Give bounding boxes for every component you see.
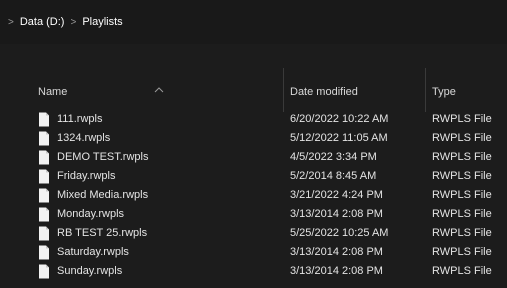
- file-date-modified: 3/21/2022 4:24 PM: [290, 189, 383, 201]
- file-row[interactable]: Mixed Media.rwpls 3/21/2022 4:24 PM RWPL…: [0, 186, 507, 205]
- file-icon: [39, 131, 49, 146]
- file-type: RWPLS File: [432, 132, 492, 144]
- address-bar: > Data (D:) > Playlists: [0, 0, 507, 44]
- file-row[interactable]: Sunday.rwpls 3/13/2014 2:08 PM RWPLS Fil…: [0, 262, 507, 281]
- file-row[interactable]: Monday.rwpls 3/13/2014 2:08 PM RWPLS Fil…: [0, 205, 507, 224]
- file-name: 1324.rwpls: [57, 132, 111, 144]
- file-type: RWPLS File: [432, 189, 492, 201]
- file-date-modified: 5/25/2022 10:25 AM: [290, 227, 389, 239]
- file-name: Sunday.rwpls: [57, 265, 123, 277]
- file-icon: [39, 264, 49, 279]
- column-header-date-modified[interactable]: Date modified: [290, 72, 420, 112]
- file-type: RWPLS File: [432, 227, 492, 239]
- file-name: Monday.rwpls: [57, 208, 125, 220]
- file-type: RWPLS File: [432, 265, 492, 277]
- file-type: RWPLS File: [432, 170, 492, 182]
- file-icon: [39, 226, 49, 241]
- file-icon: [39, 188, 49, 203]
- file-date-modified: 3/13/2014 2:08 PM: [290, 208, 383, 220]
- breadcrumb: > Data (D:) > Playlists: [8, 16, 123, 28]
- file-date-modified: 3/13/2014 2:08 PM: [290, 246, 383, 258]
- chevron-up-icon: [154, 87, 164, 93]
- file-date-modified: 6/20/2022 10:22 AM: [290, 113, 389, 125]
- file-name: Friday.rwpls: [57, 170, 116, 182]
- file-date-modified: 5/2/2014 8:45 AM: [290, 170, 377, 182]
- file-date-modified: 5/12/2022 11:05 AM: [290, 132, 388, 144]
- file-row[interactable]: 1324.rwpls 5/12/2022 11:05 AM RWPLS File: [0, 129, 507, 148]
- file-name: RB TEST 25.rwpls: [57, 227, 148, 239]
- file-row[interactable]: 111.rwpls 6/20/2022 10:22 AM RWPLS File: [0, 110, 507, 129]
- breadcrumb-item-data-drive[interactable]: Data (D:): [20, 16, 65, 28]
- file-row[interactable]: DEMO TEST.rwpls 4/5/2022 3:34 PM RWPLS F…: [0, 148, 507, 167]
- file-list-pane: Name Date modified Type 111.rwpls 6/20/2…: [0, 44, 507, 288]
- file-type: RWPLS File: [432, 113, 492, 125]
- file-icon: [39, 112, 49, 127]
- breadcrumb-item-playlists[interactable]: Playlists: [82, 16, 122, 28]
- file-icon: [39, 207, 49, 222]
- file-name: Saturday.rwpls: [57, 246, 129, 258]
- file-date-modified: 3/13/2014 2:08 PM: [290, 265, 383, 277]
- file-icon: [39, 150, 49, 165]
- breadcrumb-separator: >: [70, 16, 77, 28]
- file-type: RWPLS File: [432, 151, 492, 163]
- file-row[interactable]: Saturday.rwpls 3/13/2014 2:08 PM RWPLS F…: [0, 243, 507, 262]
- file-date-modified: 4/5/2022 3:34 PM: [290, 151, 377, 163]
- file-name: 111.rwpls: [57, 113, 103, 125]
- file-name: DEMO TEST.rwpls: [57, 151, 149, 163]
- column-divider[interactable]: [425, 68, 426, 112]
- breadcrumb-separator: >: [8, 16, 14, 28]
- file-row[interactable]: RB TEST 25.rwpls 5/25/2022 10:25 AM RWPL…: [0, 224, 507, 243]
- file-icon: [39, 245, 49, 260]
- file-row[interactable]: Friday.rwpls 5/2/2014 8:45 AM RWPLS File: [0, 167, 507, 186]
- file-type: RWPLS File: [432, 208, 492, 220]
- file-name: Mixed Media.rwpls: [57, 189, 149, 201]
- column-divider[interactable]: [283, 68, 284, 112]
- file-icon: [39, 169, 49, 184]
- file-type: RWPLS File: [432, 246, 492, 258]
- column-header-type[interactable]: Type: [432, 72, 507, 112]
- column-header-row: Name Date modified Type: [0, 72, 507, 112]
